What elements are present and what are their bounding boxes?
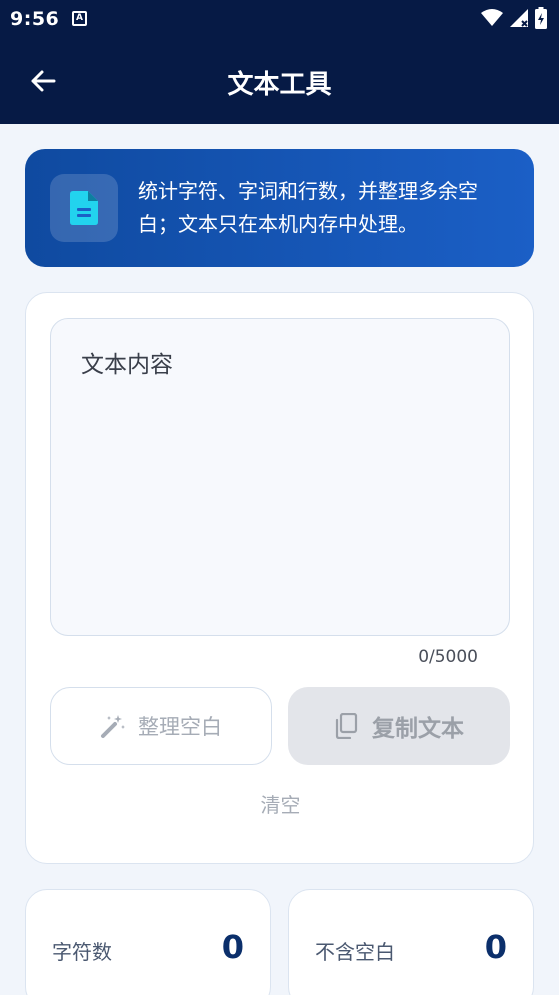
tidy-whitespace-button[interactable]: 整理空白	[50, 687, 272, 765]
stat-value: 0	[221, 928, 244, 966]
app-bar: 文本工具	[0, 38, 559, 124]
info-text: 统计字符、字词和行数，并整理多余空白；文本只在本机内存中处理。	[138, 179, 478, 236]
info-banner: 统计字符、字词和行数，并整理多余空白；文本只在本机内存中处理。	[25, 149, 534, 267]
stat-value: 0	[484, 928, 507, 966]
clear-button[interactable]: 清空	[26, 789, 535, 818]
copy-text-button[interactable]: 复制文本	[288, 687, 510, 765]
stat-label: 不含空白	[315, 940, 395, 964]
status-icons	[481, 7, 547, 29]
signal-icon	[510, 9, 528, 27]
status-bar: 9:56 A	[0, 0, 559, 38]
editor-card: 文本内容 0/5000 整理空白 复制文本 清空	[25, 292, 534, 864]
copy-label: 复制文本	[372, 716, 464, 742]
status-time: 9:56	[10, 8, 60, 30]
battery-icon	[535, 7, 547, 29]
text-input[interactable]: 文本内容	[50, 318, 510, 636]
copy-icon	[335, 713, 358, 739]
magic-wand-icon	[101, 715, 125, 738]
page-title: 文本工具	[227, 70, 332, 100]
wifi-icon	[481, 9, 503, 26]
info-icon-box	[50, 174, 118, 242]
tidy-label: 整理空白	[138, 715, 222, 739]
notification-icon: A	[72, 11, 87, 26]
stat-card-characters: 字符数 0	[25, 889, 271, 995]
stat-label: 字符数	[52, 940, 112, 964]
char-counter: 0/5000	[418, 647, 478, 667]
stat-card-no-whitespace: 不含空白 0	[288, 889, 534, 995]
document-icon	[70, 191, 98, 225]
